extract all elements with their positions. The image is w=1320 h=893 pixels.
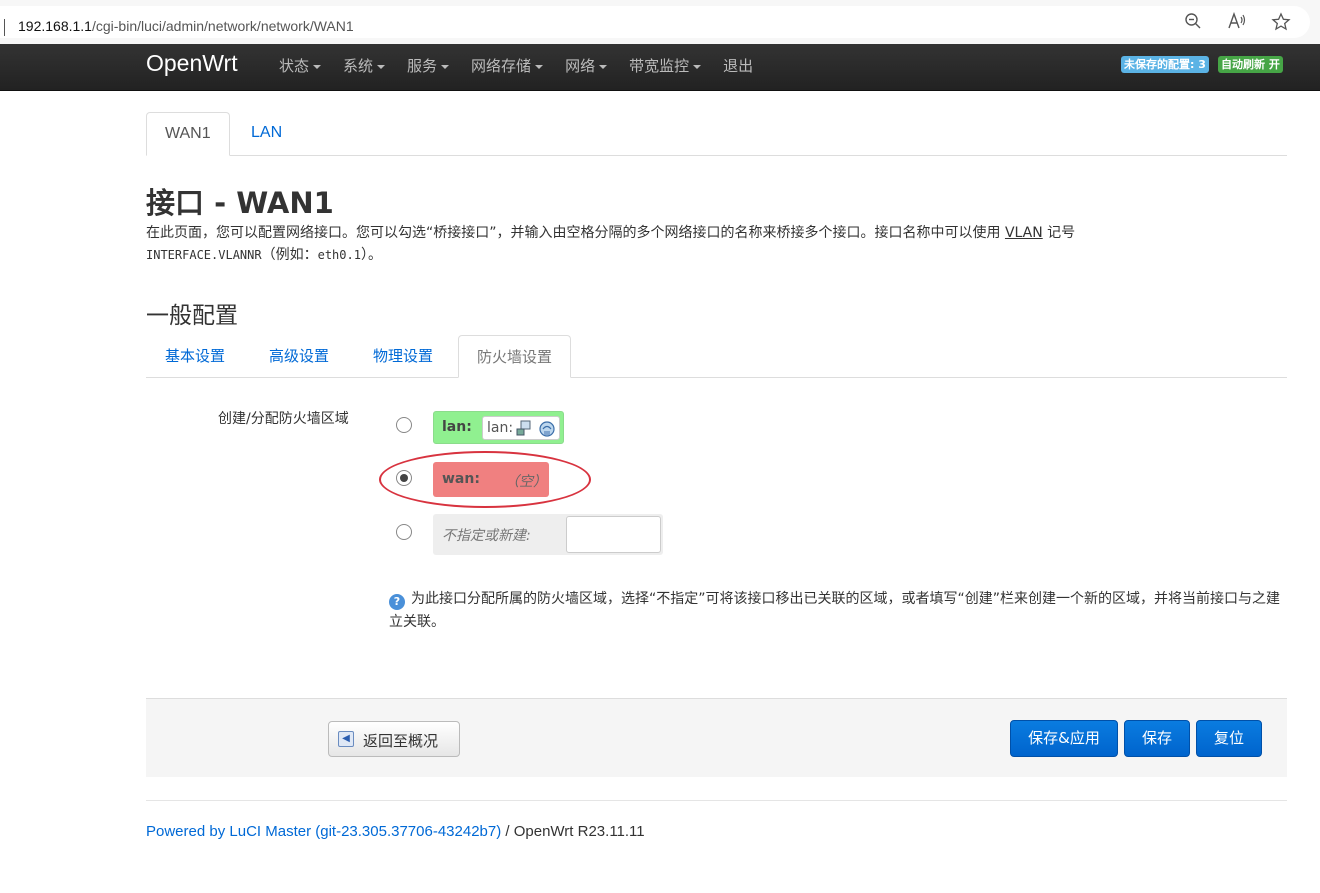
url-host: 192.168.1.1	[18, 18, 92, 34]
zone-new-radio[interactable]	[396, 524, 412, 540]
menu-nas[interactable]: 网络存储	[471, 55, 544, 76]
save-apply-button[interactable]: 保存&应用	[1010, 720, 1118, 757]
section-title: 一般配置	[146, 303, 238, 329]
back-arrow-icon: ◀	[338, 731, 354, 747]
highlight-annotation	[379, 451, 591, 508]
menu-system[interactable]: 系统	[343, 55, 386, 76]
vlan-abbr: VLAN	[1004, 225, 1043, 241]
reset-button[interactable]: 复位	[1196, 720, 1262, 757]
zoom-out-icon[interactable]	[1183, 12, 1203, 32]
save-button[interactable]: 保存	[1124, 720, 1190, 757]
tab-lan[interactable]: LAN	[233, 112, 300, 156]
tab-advanced-settings[interactable]: 高级设置	[269, 335, 329, 378]
favorite-star-icon[interactable]	[1271, 12, 1291, 32]
luci-link[interactable]: Powered by LuCI Master (git-23.305.37706…	[146, 823, 501, 840]
new-zone-input[interactable]	[566, 516, 661, 553]
zone-lan-name: lan:	[442, 419, 472, 435]
menu-network[interactable]: 网络	[565, 55, 608, 76]
read-aloud-icon[interactable]	[1227, 11, 1247, 32]
browser-address-bar: 192.168.1.1/cgi-bin/luci/admin/network/n…	[0, 0, 1320, 44]
footer-divider	[146, 800, 1287, 801]
zone-lan-radio[interactable]	[396, 417, 412, 433]
caret-down-icon	[313, 64, 322, 69]
caret-down-icon	[535, 64, 544, 69]
menu-bandwidth[interactable]: 带宽监控	[629, 55, 702, 76]
tab-firewall-settings[interactable]: 防火墙设置	[458, 335, 572, 378]
menu-status[interactable]: 状态	[279, 55, 322, 76]
text-cursor	[4, 19, 5, 36]
footer-version: / OpenWrt R23.11.11	[501, 823, 645, 840]
config-tabs: 基本设置 高级设置 物理设置 防火墙设置	[146, 335, 1287, 378]
tab-wan1[interactable]: WAN1	[146, 112, 230, 156]
interface-tabs: WAN1 LAN	[146, 112, 1287, 156]
page-title: 接口 - WAN1	[146, 186, 334, 220]
back-to-overview-button[interactable]: ◀ 返回至概况	[328, 721, 460, 757]
url-text[interactable]: 192.168.1.1/cgi-bin/luci/admin/network/n…	[18, 18, 354, 34]
footer: Powered by LuCI Master (git-23.305.37706…	[146, 823, 645, 840]
menu-logout[interactable]: 退出	[723, 55, 753, 76]
zone-new-label: 不指定或新建:	[442, 528, 531, 544]
page-description: 在此页面，您可以配置网络接口。您可以勾选“桥接接口”，并输入由空格分隔的多个网络…	[146, 225, 1076, 263]
network-interface-icon	[515, 420, 533, 437]
form-actions: ◀ 返回至概况 保存&应用 保存 复位	[146, 698, 1287, 777]
firewall-help-text: ? 为此接口分配所属的防火墙区域，选择“不指定”可将该接口移出已关联的区域，或者填…	[389, 591, 1281, 630]
tab-basic-settings[interactable]: 基本设置	[165, 335, 225, 378]
wireless-interface-icon	[538, 420, 556, 437]
url-path: /cgi-bin/luci/admin/network/network/WAN1	[91, 18, 354, 34]
caret-down-icon	[377, 64, 386, 69]
zone-lan-interfaces: lan:	[482, 416, 560, 440]
zone-lan-badge[interactable]: lan: lan:	[433, 411, 564, 444]
unsaved-changes-badge[interactable]: 未保存的配置: 3	[1121, 56, 1209, 73]
brand-logo[interactable]: OpenWrt	[146, 50, 238, 77]
auto-refresh-badge[interactable]: 自动刷新 开	[1218, 56, 1283, 73]
help-icon: ?	[389, 594, 405, 610]
caret-down-icon	[599, 64, 608, 69]
zone-new-row: 不指定或新建:	[433, 514, 663, 555]
menu-services[interactable]: 服务	[407, 55, 450, 76]
top-navbar: OpenWrt 状态 系统 服务 网络存储 网络 带宽监控 退出 未保存的配置:…	[0, 44, 1320, 91]
main-menu: 状态 系统 服务 网络存储 网络 带宽监控 退出	[279, 55, 775, 76]
zone-lan-interface-label: lan:	[487, 420, 514, 436]
firewall-zone-label: 创建/分配防火墙区域	[218, 411, 349, 427]
tab-physical-settings[interactable]: 物理设置	[373, 335, 433, 378]
url-box[interactable]: 192.168.1.1/cgi-bin/luci/admin/network/n…	[0, 6, 1310, 38]
caret-down-icon	[693, 64, 702, 69]
caret-down-icon	[441, 64, 450, 69]
